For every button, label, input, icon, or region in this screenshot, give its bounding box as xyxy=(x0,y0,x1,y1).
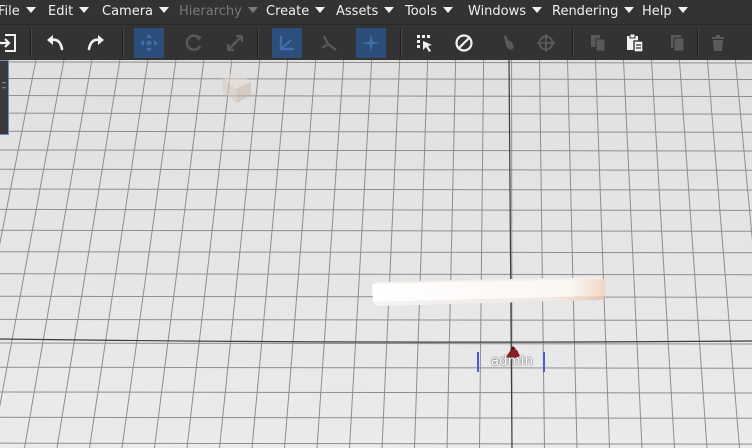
menu-file[interactable]: File xyxy=(0,0,36,24)
menu-camera-label: Camera xyxy=(102,4,154,19)
duplicate-button[interactable] xyxy=(662,28,692,58)
rotate-icon xyxy=(185,34,202,51)
chevron-down-icon xyxy=(443,7,454,13)
paste-icon xyxy=(627,33,644,53)
menu-hierarchy[interactable]: Hierarchy xyxy=(179,0,258,24)
prohibit-button[interactable] xyxy=(449,28,479,58)
local-space-icon xyxy=(279,36,294,51)
menu-tools-label: Tools xyxy=(405,4,438,19)
scene-grid xyxy=(0,60,752,448)
menu-assets-label: Assets xyxy=(336,4,379,19)
chevron-down-icon xyxy=(384,7,395,13)
menu-hierarchy-label: Hierarchy xyxy=(179,4,242,19)
chevron-down-icon xyxy=(247,7,258,13)
chevron-down-icon xyxy=(677,7,688,13)
menu-create-label: Create xyxy=(266,4,310,19)
chevron-down-icon xyxy=(25,7,36,13)
menu-windows[interactable]: Windows xyxy=(468,0,543,24)
scale-icon xyxy=(226,34,244,52)
menu-edit[interactable]: Edit xyxy=(48,0,90,24)
menu-help[interactable]: Help xyxy=(642,0,688,24)
chevron-down-icon xyxy=(624,7,635,13)
scene-viewport[interactable] xyxy=(0,60,752,448)
selection-bracket-right xyxy=(543,352,545,372)
cursor-hand-icon xyxy=(504,35,514,50)
menu-bar: File Edit Camera Hierarchy Create Assets… xyxy=(0,0,752,24)
rotate-tool-button[interactable] xyxy=(179,28,209,58)
crosshair-button[interactable] xyxy=(531,28,561,58)
undo-icon xyxy=(47,35,64,51)
snap-icon xyxy=(362,34,380,52)
snap-button[interactable] xyxy=(356,28,386,58)
menu-file-label: File xyxy=(0,4,20,19)
chevron-down-icon xyxy=(532,7,543,13)
copy-icon xyxy=(591,35,606,52)
menu-assets[interactable]: Assets xyxy=(336,0,395,24)
logout-button[interactable] xyxy=(0,28,22,58)
scale-tool-button[interactable] xyxy=(220,28,250,58)
selection-bracket-left xyxy=(477,352,479,372)
pivot-icon xyxy=(321,35,337,51)
menu-rendering-label: Rendering xyxy=(552,4,619,19)
select-region-button[interactable] xyxy=(410,28,440,58)
chevron-down-icon xyxy=(315,7,326,13)
panel-grip-icon: – – xyxy=(1,78,7,93)
copy-button[interactable] xyxy=(583,28,613,58)
toolbar xyxy=(0,24,752,60)
menu-create[interactable]: Create xyxy=(266,0,326,24)
select-region-icon xyxy=(417,35,432,52)
redo-button[interactable] xyxy=(81,28,111,58)
menu-help-label: Help xyxy=(642,4,672,19)
toolbar-separator xyxy=(257,29,259,57)
crosshair-icon xyxy=(537,34,555,52)
cursor-hand-button[interactable] xyxy=(492,28,522,58)
redo-icon xyxy=(87,35,104,51)
undo-button[interactable] xyxy=(40,28,70,58)
move-tool-button[interactable] xyxy=(134,28,164,58)
menu-camera[interactable]: Camera xyxy=(102,0,170,24)
delete-button[interactable] xyxy=(703,28,733,58)
menu-rendering[interactable]: Rendering xyxy=(552,0,635,24)
move-icon xyxy=(140,34,158,52)
menu-tools[interactable]: Tools xyxy=(405,0,454,24)
menu-windows-label: Windows xyxy=(468,4,527,19)
toolbar-separator xyxy=(30,29,32,57)
local-space-button[interactable] xyxy=(272,28,302,58)
toolbar-separator xyxy=(697,29,699,57)
toolbar-separator xyxy=(400,29,402,57)
duplicate-icon xyxy=(671,35,685,52)
pivot-button[interactable] xyxy=(314,28,344,58)
delete-icon xyxy=(712,35,724,51)
side-panel-tab[interactable]: – – xyxy=(0,60,9,135)
logout-icon xyxy=(0,34,16,52)
menu-edit-label: Edit xyxy=(48,4,74,19)
toolbar-separator xyxy=(122,29,124,57)
toolbar-separator xyxy=(572,29,574,57)
player-name-label: admin xyxy=(491,354,534,369)
prohibit-icon xyxy=(455,34,473,52)
chevron-down-icon xyxy=(159,7,170,13)
paste-button[interactable] xyxy=(620,28,650,58)
chevron-down-icon xyxy=(79,7,90,13)
